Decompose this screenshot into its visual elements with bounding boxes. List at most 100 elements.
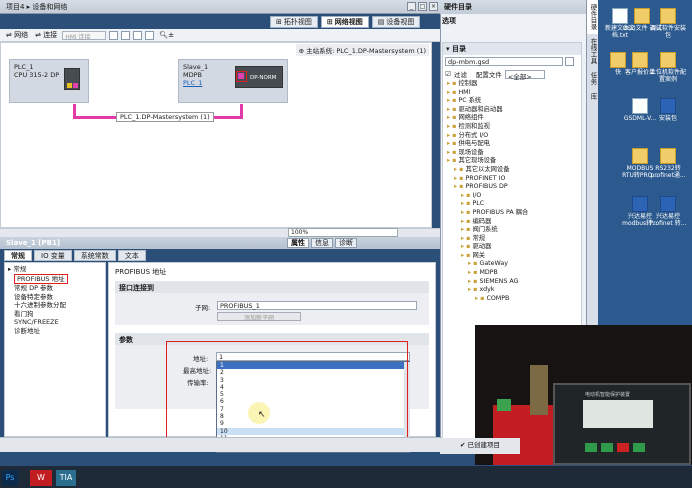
catalog-tree-item[interactable]: ▸ ▪ 其它以太网设备 — [443, 166, 581, 175]
folder-icon: ▸ ▪ — [468, 286, 480, 294]
folder-icon: ▸ ▪ — [475, 294, 487, 302]
desktop-shortcut[interactable]: 兴达易控 Profinet 转... — [648, 196, 688, 227]
nav-item-diag-address[interactable]: 诊断地址 — [8, 327, 102, 336]
maximize-button[interactable]: □ — [418, 2, 427, 11]
network-icon: ⊞ — [326, 18, 333, 26]
table-icon[interactable] — [133, 30, 143, 40]
word-icon — [632, 196, 648, 212]
green-terminal — [497, 399, 511, 411]
catalog-tree-item[interactable]: ▸ ▪ I/O — [443, 192, 581, 201]
layout-icon[interactable] — [145, 30, 155, 40]
search-icon[interactable] — [565, 57, 574, 66]
catalog-tree-item[interactable]: ▸ ▪ PROFIBUS PA 耦合 — [443, 209, 581, 218]
network-canvas[interactable]: ⊕ 主站系统: PLC_1.DP-Mastersystem (1) PLC_1 … — [0, 42, 432, 228]
catalog-tree-item[interactable]: ▸ ▪ GateWay — [443, 260, 581, 269]
nav-item-device-params[interactable]: 设备特定参数 — [8, 293, 102, 302]
slave-device[interactable]: Slave_1 MDPB PLC_1 DP-NORM — [178, 59, 288, 103]
grid-icon[interactable] — [109, 30, 119, 40]
catalog-title: 硬件目录 — [440, 0, 586, 14]
nav-item-sync-freeze[interactable]: SYNC/FREEZE — [8, 318, 102, 327]
folder-icon: ▸ ▪ — [447, 114, 459, 122]
tab-texts[interactable]: 文本 — [117, 250, 146, 261]
tab-properties[interactable]: 属性 — [287, 238, 309, 248]
catalog-section-header[interactable]: ▾ 目录 — [443, 43, 581, 55]
tab-system-constants[interactable]: 系统常数 — [73, 250, 116, 261]
inspector-tabs: 属性 信息 诊断 — [287, 238, 357, 248]
subnet-label: 子网: — [195, 304, 211, 312]
catalog-tree-item[interactable]: ▸ ▪ 其它现场设备 — [443, 157, 581, 166]
filter-checkbox[interactable]: ☑ — [445, 70, 451, 78]
photoshop-icon[interactable]: Ps — [2, 470, 18, 486]
connect-button[interactable]: ⇌ 连接 — [33, 30, 59, 40]
property-nav: ▸ 常规 PROFIBUS 地址 常规 DP 参数 设备特定参数 十六进制参数分… — [4, 262, 106, 437]
folder-icon — [632, 148, 648, 164]
nav-item-hex-params[interactable]: 十六进制参数分配 — [8, 301, 102, 310]
nav-item-watchdog[interactable]: 看门狗 — [8, 310, 102, 319]
profibus-port-icon[interactable] — [238, 73, 244, 79]
catalog-tree-item[interactable]: ▸ ▪ 控制器 — [443, 80, 581, 89]
tab-io-tags[interactable]: IO 变量 — [34, 250, 72, 261]
folder-icon: ▸ ▪ — [447, 131, 459, 139]
desktop-shortcut[interactable]: RS232转 profinet通... — [648, 148, 688, 179]
list-icon[interactable] — [121, 30, 131, 40]
catalog-tree-item[interactable]: ▸ ▪ 供电与配电 — [443, 140, 581, 149]
tab-diagnostics[interactable]: 诊断 — [335, 238, 357, 248]
close-button[interactable]: × — [429, 2, 438, 11]
catalog-tree-item[interactable]: ▸ ▪ PROFINET IO — [443, 175, 581, 184]
tab-info[interactable]: 信息 — [311, 238, 333, 248]
folder-icon: ▸ ▪ — [447, 140, 459, 148]
connection-type-select[interactable]: HMI 连接 — [62, 30, 107, 41]
catalog-tree-item[interactable]: ▸ ▪ COMPB — [443, 295, 581, 304]
catalog-tree-item[interactable]: ▸ ▪ 网关 — [443, 252, 581, 261]
desktop-shortcut[interactable]: 上位机软件配置案例 — [648, 52, 688, 83]
zoom-select[interactable]: 100% — [288, 228, 398, 237]
word-icon — [660, 98, 676, 114]
catalog-tree-item[interactable]: ▸ ▪ SIEMENS AG — [443, 278, 581, 287]
plc-device[interactable]: PLC_1 CPU 315-2 DP — [9, 59, 89, 103]
profile-select[interactable]: <全部> — [504, 69, 545, 81]
catalog-tree-item[interactable]: ▸ ▪ 分布式 I/O — [443, 132, 581, 141]
catalog-tree-item[interactable]: ▸ ▪ xdyk — [443, 286, 581, 295]
subnet-select[interactable]: PROFIBUS_1 — [217, 301, 417, 310]
highlight-box — [166, 341, 408, 450]
catalog-tree-item[interactable]: ▸ ▪ 阀门系统 — [443, 226, 581, 235]
options-label: 选项 — [442, 17, 456, 25]
folder-icon: ▸ ▪ — [461, 226, 473, 234]
tia-portal-icon[interactable]: TIA — [56, 470, 76, 486]
wps-icon[interactable]: W — [30, 470, 52, 486]
device-icon: ▤ — [377, 18, 385, 26]
desktop-shortcut[interactable]: 调试软件安装包 — [648, 8, 688, 39]
tab-network-view[interactable]: ⊞ 网络视图 — [320, 16, 369, 28]
catalog-tree-item[interactable]: ▸ ▪ PROFIBUS DP — [443, 183, 581, 192]
catalog-search-input[interactable]: dp-mbm.gsd — [445, 57, 563, 66]
interface-body: 子网: PROFIBUS_1 添加新子网 — [115, 293, 429, 325]
catalog-tree-item[interactable]: ▸ ▪ PLC — [443, 200, 581, 209]
nav-item-profibus-address[interactable]: PROFIBUS 地址 — [14, 273, 68, 284]
nav-item-general[interactable]: ▸ 常规 — [8, 265, 102, 274]
cable — [530, 365, 548, 415]
minimize-button[interactable]: _ — [407, 2, 416, 11]
cpu-icon — [64, 68, 80, 90]
catalog-tree-item[interactable]: ▸ ▪ 驱动器 — [443, 243, 581, 252]
zoom-in-icon[interactable]: 🔍︎± — [157, 31, 176, 39]
window-title: 项目4 ▸ 设备和网络 — [6, 3, 68, 11]
catalog-tree-item[interactable]: ▸ ▪ 编码器 — [443, 218, 581, 227]
folder-icon: ▸ ▪ — [461, 251, 473, 259]
properties-title-bar: Slave_1 [PB1] — [0, 237, 440, 249]
network-button[interactable]: ⇌ 网络 — [4, 30, 30, 40]
desktop-shortcut[interactable]: 安装包 — [648, 98, 688, 122]
folder-icon — [660, 8, 676, 24]
filter-label: 过滤 — [453, 71, 467, 79]
catalog-tree-item[interactable]: ▸ ▪ 检测和监视 — [443, 123, 581, 132]
catalog-tree-item[interactable]: ▸ ▪ PC 系统 — [443, 97, 581, 106]
add-subnet-button[interactable]: 添加新子网 — [217, 312, 301, 322]
tab-topology-view[interactable]: ⊞ 拓扑视图 — [270, 16, 318, 28]
catalog-tree-item[interactable]: ▸ ▪ 网络组件 — [443, 114, 581, 123]
tab-device-view[interactable]: ▤ 设备视图 — [371, 16, 421, 28]
profile-label: 配置文件 — [475, 71, 502, 79]
catalog-tree-item[interactable]: ▸ ▪ MDPB — [443, 269, 581, 278]
catalog-tree-item[interactable]: ▸ ▪ HMI — [443, 89, 581, 98]
nav-item-dp-params[interactable]: 常规 DP 参数 — [8, 284, 102, 293]
catalog-tree-item[interactable]: ▸ ▪ 常规 — [443, 235, 581, 244]
tab-general[interactable]: 常规 — [4, 250, 32, 261]
